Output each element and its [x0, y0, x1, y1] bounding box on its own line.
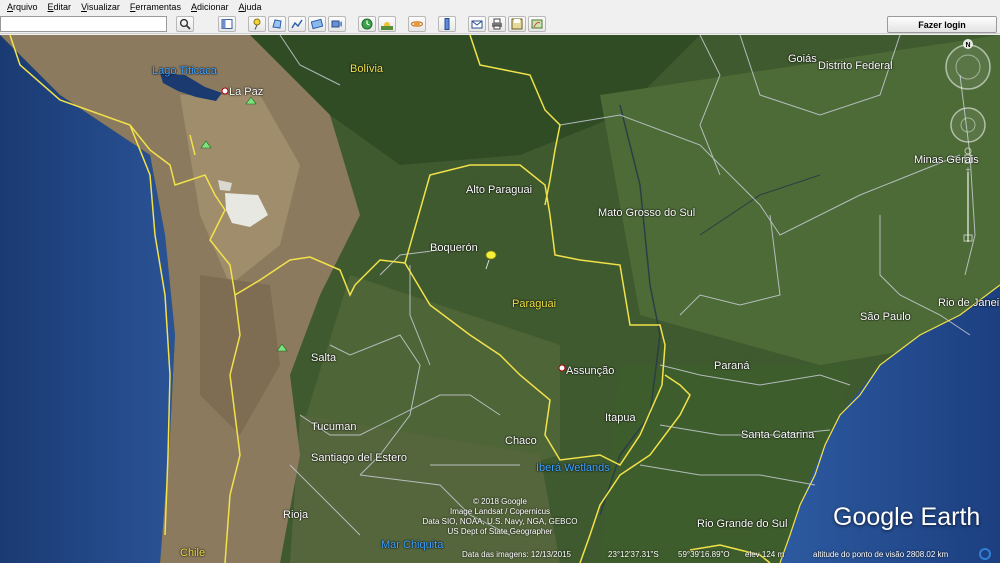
move-joystick[interactable]: [950, 107, 986, 143]
label-bolivia: Bolívia: [350, 63, 384, 75]
label-itapua: Itapua: [605, 412, 636, 424]
email-icon: [471, 20, 483, 29]
add-placemark-button[interactable]: [248, 16, 266, 32]
street-view-pegman-icon[interactable]: [964, 147, 972, 164]
label-chaco: Chaco: [505, 435, 537, 447]
image-overlay-icon: [311, 18, 323, 30]
clock-icon: [361, 18, 373, 30]
label-santa-catarina: Santa Catarina: [741, 429, 815, 441]
google-earth-logo: Google Earth: [833, 503, 981, 531]
label-ibera-wetlands: Iberá Wetlands: [536, 462, 610, 474]
search-input[interactable]: [0, 16, 167, 32]
longitude-readout: 59°39'16.89"O: [678, 550, 730, 559]
polygon-icon: [272, 19, 282, 29]
menu-ferramentas[interactable]: Ferramentas: [130, 2, 181, 12]
label-sao-paulo: São Paulo: [860, 311, 911, 323]
ruler-button[interactable]: [438, 16, 456, 32]
label-mar-chiquita: Mar Chiquita: [381, 539, 444, 551]
label-boqueron: Boquerón: [430, 242, 478, 254]
search-button[interactable]: [176, 16, 194, 32]
label-salta: Salta: [311, 352, 337, 364]
label-santiago-del-estero: Santiago del Estero: [311, 452, 408, 464]
zoom-in-icon[interactable]: +: [965, 165, 970, 175]
imagery-date: Data das imagens: 12/13/2015: [462, 550, 571, 559]
save-image-button[interactable]: [508, 16, 526, 32]
label-paraguai: Paraguai: [512, 298, 557, 310]
path-icon: [291, 19, 303, 29]
capital-marker-assuncao[interactable]: [558, 364, 566, 372]
compass-north-label: N: [965, 42, 970, 49]
sunlight-button[interactable]: [378, 16, 396, 32]
label-assuncao: Assunção: [566, 365, 615, 377]
elevation-readout: elev 124 m: [745, 550, 785, 559]
streaming-indicator-icon: [979, 548, 991, 560]
label-rio-de-janeiro: Rio de Janei: [938, 297, 1000, 309]
print-icon: [492, 18, 502, 30]
planet-icon: [411, 21, 423, 27]
label-parana: Paraná: [714, 360, 750, 372]
switch-planet-button[interactable]: [408, 16, 426, 32]
toolbar: Fazer login: [0, 14, 1000, 34]
copyright-line: US Dept of State Geographer: [447, 527, 553, 536]
print-button[interactable]: [488, 16, 506, 32]
maps-icon: [531, 19, 543, 29]
eye-altitude-readout: altitude do ponto de visão 2808.02 km: [813, 550, 949, 559]
google-earth-window: Arquivo Editar Visualizar Ferramentas Ad…: [0, 0, 1000, 563]
historical-imagery-button[interactable]: [358, 16, 376, 32]
menu-visualizar[interactable]: Visualizar: [81, 2, 120, 12]
menu-editar[interactable]: Editar: [48, 2, 72, 12]
record-tour-button[interactable]: [328, 16, 346, 32]
zoom-slider[interactable]: +: [963, 165, 973, 242]
label-distrito-federal: Distrito Federal: [818, 60, 893, 72]
search-icon: [179, 18, 191, 30]
add-polygon-button[interactable]: [268, 16, 286, 32]
view-in-maps-button[interactable]: [528, 16, 546, 32]
label-alto-paraguai: Alto Paraguai: [466, 184, 533, 196]
add-path-button[interactable]: [288, 16, 306, 32]
menu-ajuda[interactable]: Ajuda: [239, 2, 262, 12]
menu-bar: Arquivo Editar Visualizar Ferramentas Ad…: [0, 0, 1000, 14]
label-mato-grosso-do-sul: Mato Grosso do Sul: [598, 207, 696, 219]
ruler-icon: [444, 18, 450, 30]
menu-adicionar[interactable]: Adicionar: [191, 2, 229, 12]
label-rio-grande-do-sul: Rio Grande do Sul: [697, 518, 788, 530]
record-tour-icon: [331, 20, 342, 28]
pushpin-icon: [253, 18, 261, 30]
label-la-paz: La Paz: [229, 86, 264, 98]
login-button[interactable]: Fazer login: [887, 16, 997, 33]
save-image-icon: [511, 18, 523, 30]
copyright-line: Data SIO, NOAA, U.S. Navy, NGA, GEBCO: [422, 517, 578, 526]
label-goias: Goiás: [788, 53, 817, 65]
sunlight-icon: [381, 22, 393, 30]
label-chile: Chile: [180, 547, 206, 559]
copyright-line: © 2018 Google: [473, 497, 527, 506]
sidebar-toggle-button[interactable]: [218, 16, 236, 32]
terrain-imagery: [0, 35, 1000, 563]
add-image-overlay-button[interactable]: [308, 16, 326, 32]
navigation-controls[interactable]: N +: [940, 37, 996, 252]
sidebar-icon: [221, 19, 233, 29]
label-lago-titicaca: Lago Titicaca: [152, 65, 217, 77]
email-button[interactable]: [468, 16, 486, 32]
label-tucuman: Tucuman: [311, 421, 357, 433]
status-bar: Data das imagens: 12/13/2015 23°12'37.31…: [455, 548, 1000, 563]
label-rioja: Rioja: [283, 509, 309, 521]
capital-marker-la-paz[interactable]: [221, 87, 229, 95]
imagery-copyright: © 2018 Google Image Landsat / Copernicus…: [400, 497, 600, 537]
latitude-readout: 23°12'37.31"S: [608, 550, 659, 559]
copyright-line: Image Landsat / Copernicus: [449, 507, 551, 516]
earth-view[interactable]: Lago Titicaca La Paz Bolívia Goiás Distr…: [0, 35, 1000, 563]
menu-arquivo[interactable]: Arquivo: [7, 2, 38, 12]
